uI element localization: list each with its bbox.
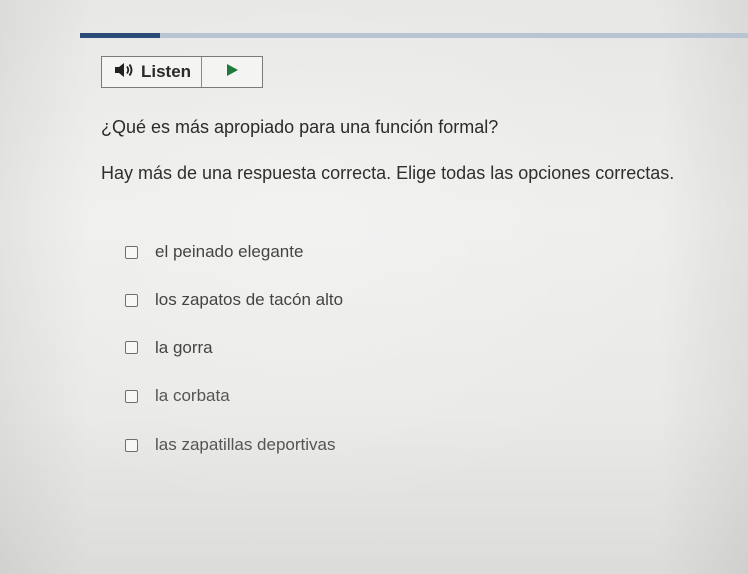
checkbox[interactable] bbox=[125, 438, 138, 452]
question-prompt: ¿Qué es más apropiado para una función f… bbox=[101, 117, 499, 137]
checkbox[interactable] bbox=[125, 293, 138, 307]
speaker-icon bbox=[114, 62, 134, 83]
answer-option[interactable]: el peinado elegante bbox=[125, 228, 343, 276]
answer-options: el peinado elegante los zapatos de tacón… bbox=[125, 228, 343, 469]
checkbox[interactable] bbox=[125, 389, 138, 403]
checkbox[interactable] bbox=[125, 245, 138, 259]
answer-option-label: el peinado elegante bbox=[155, 242, 304, 261]
play-button[interactable] bbox=[202, 57, 262, 87]
listen-button[interactable]: Listen bbox=[102, 57, 203, 87]
answer-option-label: los zapatos de tacón alto bbox=[155, 290, 344, 309]
answer-option[interactable]: las zapatillas deportivas bbox=[125, 421, 343, 469]
answer-option[interactable]: la gorra bbox=[125, 324, 343, 371]
play-icon bbox=[225, 63, 239, 82]
progress-bar bbox=[80, 33, 748, 38]
answer-option[interactable]: los zapatos de tacón alto bbox=[125, 276, 343, 324]
question-instruction: Hay más de una respuesta correcta. Elige… bbox=[101, 163, 675, 183]
answer-option[interactable]: la corbata bbox=[125, 371, 343, 421]
listen-label: Listen bbox=[141, 62, 192, 81]
answer-option-label: la corbata bbox=[155, 386, 230, 405]
progress-bar-fill bbox=[80, 33, 161, 38]
listen-button-group: Listen bbox=[101, 56, 263, 88]
answer-option-label: la gorra bbox=[155, 337, 213, 357]
answer-option-label: las zapatillas deportivas bbox=[155, 435, 336, 454]
checkbox[interactable] bbox=[125, 341, 138, 354]
